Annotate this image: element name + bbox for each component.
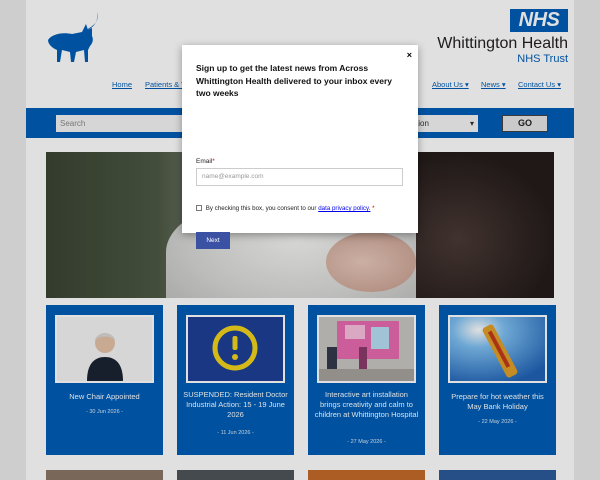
modal-title: Sign up to get the latest news from Acro… [196,63,392,98]
email-label: Email* [196,158,215,165]
consent-row: By checking this box, you consent to our… [196,205,375,212]
privacy-policy-link[interactable]: data privacy policy. [318,205,370,212]
next-button[interactable]: Next [196,232,230,249]
required-mark: * [372,205,375,212]
consent-checkbox[interactable] [196,205,202,212]
consent-text: By checking this box, you consent to our [205,205,317,212]
email-field[interactable]: name@example.com [196,168,403,186]
close-icon[interactable]: × [407,50,412,60]
newsletter-modal: × Sign up to get the latest news from Ac… [182,45,418,249]
